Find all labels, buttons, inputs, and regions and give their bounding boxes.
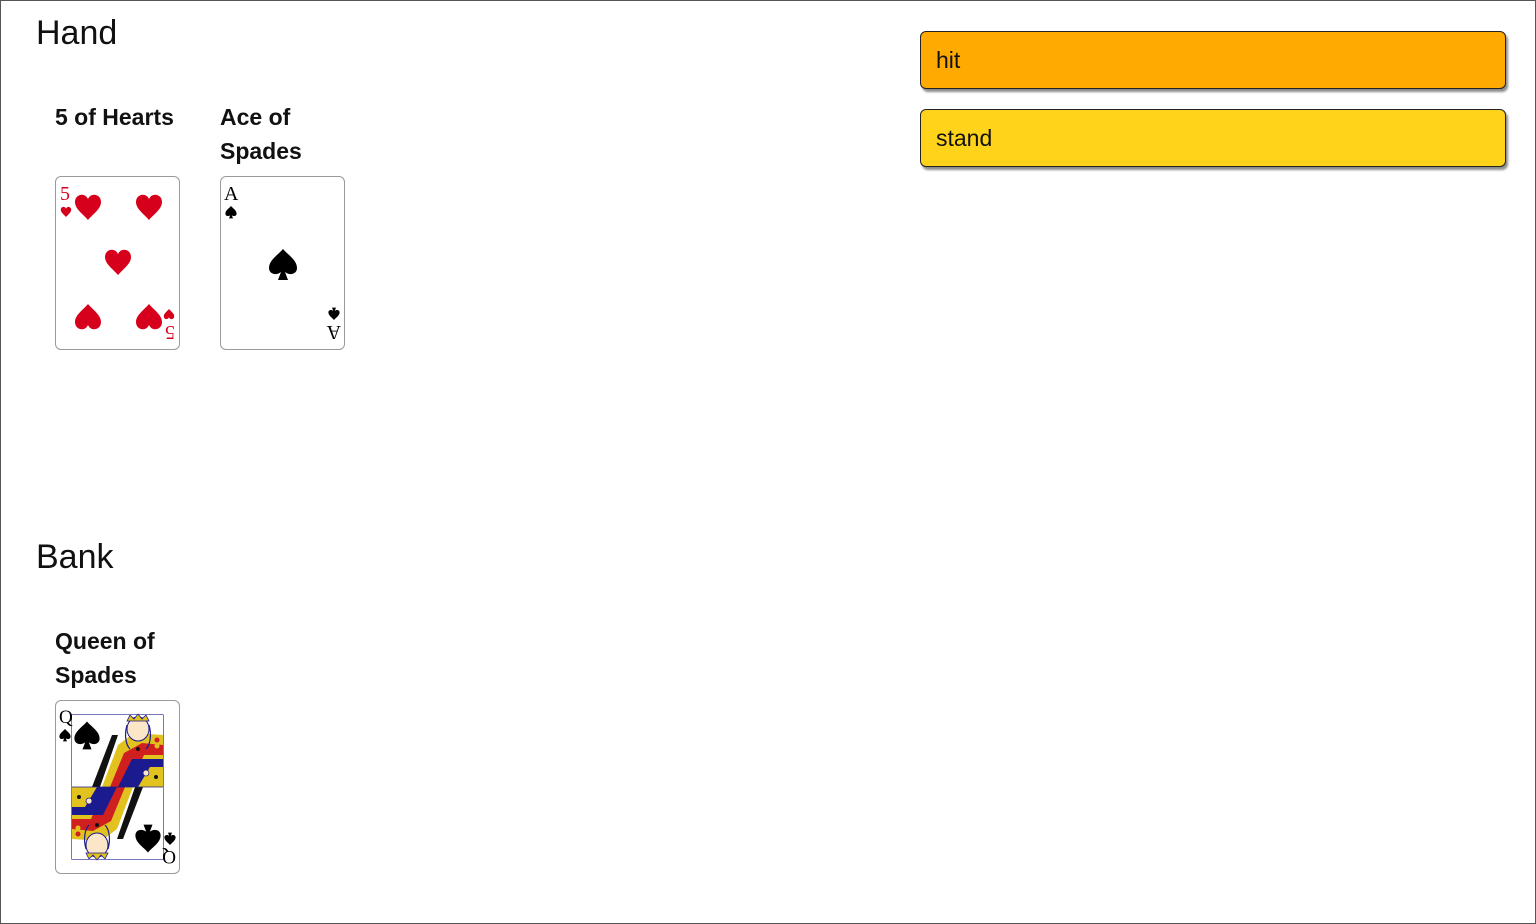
card-queen-of-spades[interactable]: Q Q: [55, 700, 180, 874]
card-label: 5 of Hearts: [55, 104, 174, 130]
hit-button[interactable]: hit: [920, 31, 1506, 89]
bank-title: Bank: [36, 538, 114, 576]
card-label: Ace of Spades: [220, 104, 302, 164]
svg-text:Q: Q: [162, 846, 176, 867]
card-label: Queen of Spades: [55, 628, 155, 688]
stand-button[interactable]: stand: [920, 109, 1506, 167]
bank-card-slot: Queen of Spades Q Q: [55, 624, 185, 874]
card-ace-of-spades[interactable]: A A: [220, 176, 345, 350]
card-five-of-hearts[interactable]: 5 5: [55, 176, 180, 350]
svg-text:A: A: [224, 183, 239, 205]
svg-text:5: 5: [165, 321, 175, 343]
hand-card-slot: Ace of Spades A A: [220, 100, 350, 350]
hand-title: Hand: [36, 14, 118, 52]
five-of-hearts-image: 5 5: [60, 183, 175, 343]
svg-text:A: A: [326, 321, 341, 343]
svg-text:Q: Q: [59, 707, 73, 728]
ace-of-spades-image: A A: [224, 183, 341, 343]
queen-of-spades-image: Q Q: [59, 707, 176, 867]
svg-text:5: 5: [60, 183, 70, 205]
hand-card-slot: 5 of Hearts 5 5: [55, 100, 185, 350]
